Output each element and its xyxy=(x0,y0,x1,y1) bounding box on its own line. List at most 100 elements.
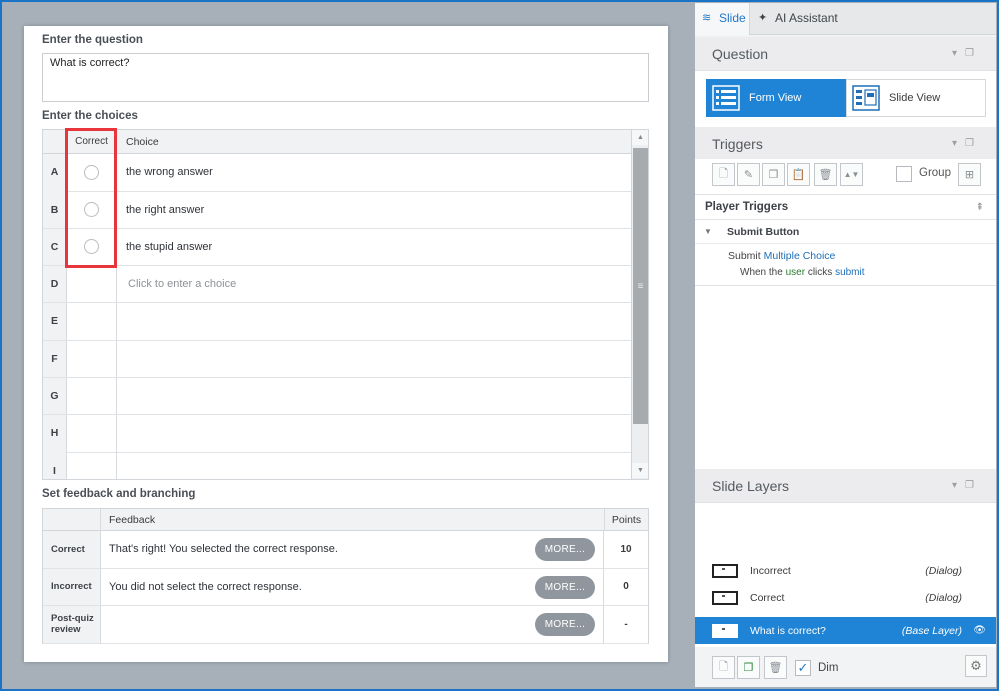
choice-row[interactable]: I xyxy=(43,452,631,479)
choice-row[interactable]: F xyxy=(43,340,631,378)
dim-label: Dim xyxy=(818,662,839,674)
scroll-down-icon[interactable]: ▼ xyxy=(632,463,648,478)
choice-letter: I xyxy=(43,452,66,479)
copy-trigger-icon[interactable]: ❐ xyxy=(762,163,785,186)
feedback-row: Incorrect You did not select the correct … xyxy=(43,568,648,606)
trigger-action-line[interactable]: Submit Multiple Choice xyxy=(728,250,835,262)
choices-table: Correct Choice Athe wrong answer Bthe rig… xyxy=(42,129,649,480)
new-trigger-icon[interactable]: 🗋 xyxy=(712,163,735,186)
edit-trigger-icon[interactable]: ✎ xyxy=(737,163,760,186)
layer-base[interactable]: What is correct? (Base Layer) 👁 xyxy=(695,617,996,644)
dim-checkbox[interactable]: ✓ xyxy=(795,660,811,676)
player-triggers-header[interactable]: Player Triggers ⇞ xyxy=(695,195,996,220)
choice-row[interactable]: Bthe right answer xyxy=(43,191,631,229)
slide-layers-list: Incorrect (Dialog) Correct (Dialog) What… xyxy=(695,503,996,647)
tab-slide[interactable]: ≋ Slide xyxy=(695,3,750,35)
choice-letter: H xyxy=(43,415,66,452)
move-trigger-icon[interactable]: ▲▼ xyxy=(840,163,863,186)
new-layer-icon[interactable]: 🗋 xyxy=(712,656,735,679)
submit-button-group[interactable]: ▼ Submit Button xyxy=(695,220,996,244)
trigger-target-link[interactable]: Multiple Choice xyxy=(764,250,836,262)
question-input[interactable]: What is correct? xyxy=(42,53,649,102)
delete-trigger-icon[interactable]: 🗑 xyxy=(814,163,837,186)
correct-radio[interactable] xyxy=(84,239,99,255)
choice-letter: E xyxy=(43,303,66,340)
choice-row[interactable]: G xyxy=(43,377,631,416)
question-label: Enter the question xyxy=(42,34,143,46)
sparkle-icon: ✦ xyxy=(758,12,768,24)
layers-icon: ≋ xyxy=(702,12,712,24)
layer-incorrect[interactable]: Incorrect (Dialog) xyxy=(695,557,996,584)
choices-scrollbar[interactable]: ▲ ≡ ▼ xyxy=(631,130,648,479)
choice-text[interactable]: the right answer xyxy=(126,191,204,228)
feedback-row: Post-quiz review MORE... - xyxy=(43,606,648,644)
correct-cell[interactable] xyxy=(66,191,117,228)
choice-text[interactable]: the stupid answer xyxy=(126,229,212,266)
question-panel-header: Question ▾❐ xyxy=(695,37,996,71)
panel-controls-icon[interactable]: ▾❐ xyxy=(952,469,982,503)
variables-icon[interactable]: ⊞ xyxy=(958,163,981,186)
layer-thumbnail xyxy=(712,591,738,605)
slide-layers-header: Slide Layers ▾❐ xyxy=(695,469,996,503)
feedback-row-label: Post-quiz review xyxy=(43,606,100,643)
scroll-thumb[interactable]: ≡ xyxy=(633,148,648,424)
feedback-text[interactable]: MORE... xyxy=(100,606,604,643)
layer-thumbnail xyxy=(712,624,738,638)
choice-text[interactable]: the wrong answer xyxy=(126,154,213,191)
choice-letter: A xyxy=(43,154,66,191)
choice-row[interactable]: Athe wrong answer xyxy=(43,154,631,192)
trigger-condition-line[interactable]: When the user clicks submit xyxy=(740,267,865,278)
scroll-up-icon[interactable]: ▲ xyxy=(632,130,648,145)
choice-row[interactable]: H xyxy=(43,415,631,453)
panel-controls-icon[interactable]: ▾❐ xyxy=(952,37,982,71)
feedback-table: Feedback Points Correct That's right! You… xyxy=(42,508,649,644)
choice-letter: F xyxy=(43,340,66,377)
gear-icon[interactable]: ⚙ xyxy=(965,655,987,677)
feedback-label: Set feedback and branching xyxy=(42,488,196,500)
choice-row[interactable]: Cthe stupid answer xyxy=(43,228,631,267)
tab-ai-assistant[interactable]: ✦ AI Assistant xyxy=(751,3,843,35)
divider xyxy=(695,285,996,286)
col-feedback: Feedback xyxy=(100,509,603,531)
correct-cell[interactable] xyxy=(66,154,117,191)
choice-letter: D xyxy=(43,265,66,303)
correct-cell[interactable] xyxy=(66,228,117,266)
tab-bar: ≋ Slide ✦ AI Assistant xyxy=(695,3,996,35)
feedback-row-label: Correct xyxy=(43,531,100,568)
more-button[interactable]: MORE... xyxy=(535,538,595,561)
more-button[interactable]: MORE... xyxy=(535,613,595,636)
feedback-text[interactable]: That's right! You selected the correct r… xyxy=(100,531,604,568)
panel-controls-icon[interactable]: ▾❐ xyxy=(952,127,982,161)
choice-row[interactable]: E xyxy=(43,303,631,341)
form-view-button[interactable]: Form View xyxy=(706,79,846,117)
choice-letter: C xyxy=(43,228,66,266)
trigger-list: Player Triggers ⇞ ▼ Submit Button Submit… xyxy=(695,195,996,469)
layer-correct[interactable]: Correct (Dialog) xyxy=(695,584,996,611)
chevron-down-icon[interactable]: ▼ xyxy=(704,220,712,244)
collapse-icon[interactable]: ⇞ xyxy=(976,195,984,220)
points-value[interactable]: 0 xyxy=(604,569,648,606)
correct-cell xyxy=(66,265,117,303)
more-button[interactable]: MORE... xyxy=(535,575,595,599)
correct-cell xyxy=(66,303,117,340)
choice-placeholder[interactable]: Click to enter a choice xyxy=(128,266,236,303)
view-switcher: Form View Slide View xyxy=(695,71,996,127)
correct-radio[interactable] xyxy=(84,202,99,218)
delete-layer-icon[interactable]: 🗑 xyxy=(764,656,787,679)
slide-view-button[interactable]: Slide View xyxy=(846,79,986,117)
correct-cell xyxy=(66,415,117,452)
feedback-text[interactable]: You did not select the correct response.… xyxy=(100,568,604,605)
feedback-header: Feedback Points xyxy=(43,509,648,531)
points-value[interactable]: - xyxy=(604,606,648,643)
duplicate-layer-icon[interactable]: ❐ xyxy=(737,656,760,679)
feedback-row: Correct That's right! You selected the co… xyxy=(43,531,648,569)
choice-letter: G xyxy=(43,377,66,415)
correct-radio[interactable] xyxy=(84,164,99,180)
feedback-row-label: Incorrect xyxy=(43,568,100,605)
eye-icon[interactable]: 👁 xyxy=(973,625,986,636)
points-value[interactable]: 10 xyxy=(604,531,648,568)
choices-label: Enter the choices xyxy=(42,110,138,122)
choice-row[interactable]: D Click to enter a choice xyxy=(43,265,631,304)
paste-trigger-icon[interactable]: 📋 xyxy=(787,163,810,186)
group-checkbox[interactable] xyxy=(896,166,912,182)
